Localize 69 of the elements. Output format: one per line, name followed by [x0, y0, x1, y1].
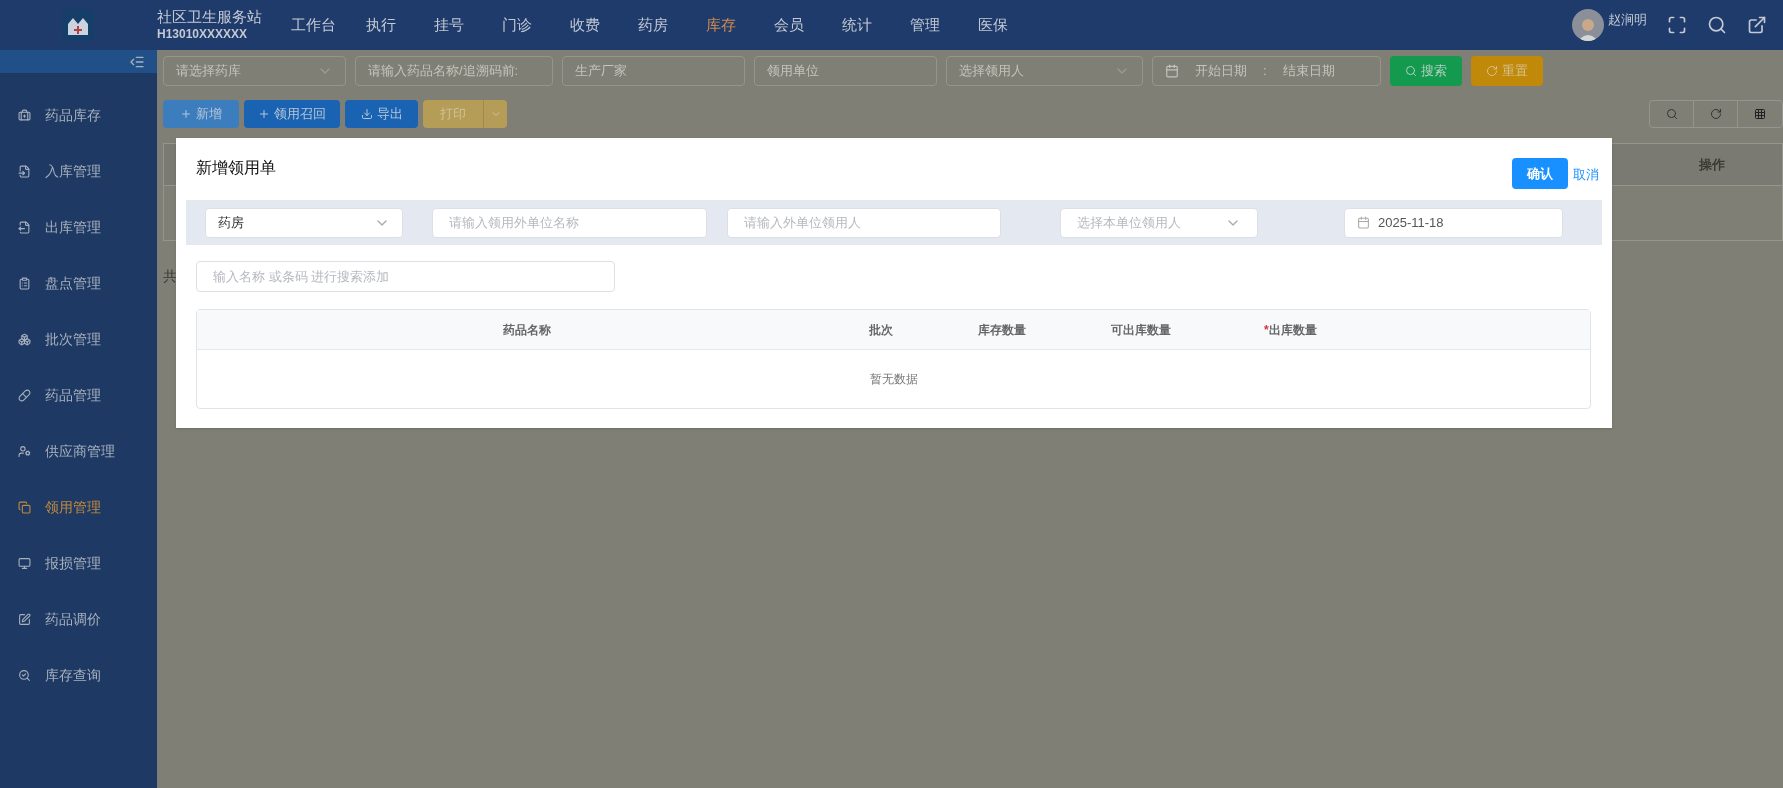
sidebar-item[interactable]: 供应商管理: [45, 440, 115, 462]
logo-icon: [62, 9, 94, 41]
reset-icon: [1486, 65, 1498, 77]
nav-tab[interactable]: 药房: [619, 13, 687, 37]
monitor-icon: [18, 556, 31, 570]
file-in-icon: [18, 164, 31, 178]
calendar-icon: [1165, 64, 1179, 78]
site-name: 社区卫生服务站: [157, 8, 263, 27]
nav-tab[interactable]: 统计: [823, 13, 891, 37]
nav-tab[interactable]: 挂号: [415, 13, 483, 37]
nav-tab[interactable]: 收费: [551, 13, 619, 37]
empty-text: 暂无数据: [869, 371, 918, 388]
item-search-field[interactable]: 输入名称 或条码 进行搜索添加: [196, 261, 615, 292]
search-check-icon: [18, 668, 31, 682]
total-count: 共: [163, 267, 177, 286]
calendar-icon: [1357, 216, 1370, 229]
plus-icon: [258, 108, 270, 120]
column-header: 药品名称: [503, 322, 551, 337]
sidebar-item[interactable]: 药品库存: [45, 104, 101, 126]
sidebar-item[interactable]: 药品管理: [45, 384, 101, 406]
sidebar-item[interactable]: 盘点管理: [45, 272, 101, 294]
site-code: H13010XXXXXX: [157, 26, 249, 42]
fullscreen-icon[interactable]: [1667, 15, 1687, 35]
date-separator: :: [1263, 62, 1267, 81]
sidebar-item[interactable]: 领用管理: [45, 496, 101, 518]
boxes-icon: [18, 332, 31, 346]
recall-button[interactable]: 领用召回: [244, 100, 340, 128]
external-link-icon[interactable]: [1747, 15, 1767, 35]
search-icon[interactable]: [1707, 15, 1727, 35]
outside-unit-field[interactable]: 请输入领用外单位名称: [432, 207, 707, 238]
start-date: 开始日期: [1195, 62, 1247, 81]
clipboard-icon: [18, 276, 31, 290]
nav-tab[interactable]: 工作台: [279, 13, 347, 37]
column-header: 库存数量: [978, 322, 1026, 337]
sidebar-item[interactable]: 批次管理: [45, 328, 101, 350]
sidebar-item[interactable]: 入库管理: [45, 160, 101, 182]
sidebar-item[interactable]: 出库管理: [45, 216, 101, 238]
column-header: 操作: [1698, 155, 1726, 174]
file-out-icon: [18, 220, 31, 234]
sidebar-item[interactable]: 库存查询: [45, 664, 101, 686]
nav-tab[interactable]: 库存: [687, 13, 755, 37]
edit-icon: [18, 612, 31, 626]
sidebar-item[interactable]: 报损管理: [45, 552, 101, 574]
end-date: 结束日期: [1282, 62, 1335, 81]
sidebar-item[interactable]: 药品调价: [45, 608, 101, 630]
download-icon: [360, 108, 373, 120]
plus-icon: [180, 108, 192, 120]
search-icon: [1405, 65, 1417, 77]
column-header: 可出库数量: [1111, 322, 1171, 337]
date-field[interactable]: 2025-11-18: [1344, 207, 1563, 238]
user-name[interactable]: 赵涧明: [1608, 10, 1647, 30]
nav-tab[interactable]: 门诊: [483, 13, 551, 37]
nav-tab[interactable]: 执行: [347, 13, 415, 37]
outside-person-field[interactable]: 请输入外单位领用人: [727, 207, 1001, 238]
nav-tab[interactable]: 管理: [891, 13, 959, 37]
avatar[interactable]: [1572, 9, 1604, 41]
copy-icon: [18, 500, 31, 514]
nav-tab[interactable]: 会员: [755, 13, 823, 37]
dialog-title: 新增领用单: [196, 158, 276, 178]
user-gear-icon: [18, 444, 31, 458]
warehouse-select[interactable]: 药房: [205, 207, 403, 238]
confirm-button[interactable]: 确认: [1512, 158, 1568, 189]
export-button[interactable]: 导出: [345, 100, 418, 128]
nav-tab[interactable]: 医保: [959, 13, 1027, 37]
column-header: 批次: [869, 322, 893, 337]
column-header: *出库数量: [1264, 322, 1317, 337]
cancel-link[interactable]: 取消: [1573, 165, 1599, 185]
medkit-icon: [18, 108, 31, 122]
pill-icon: [18, 388, 31, 402]
